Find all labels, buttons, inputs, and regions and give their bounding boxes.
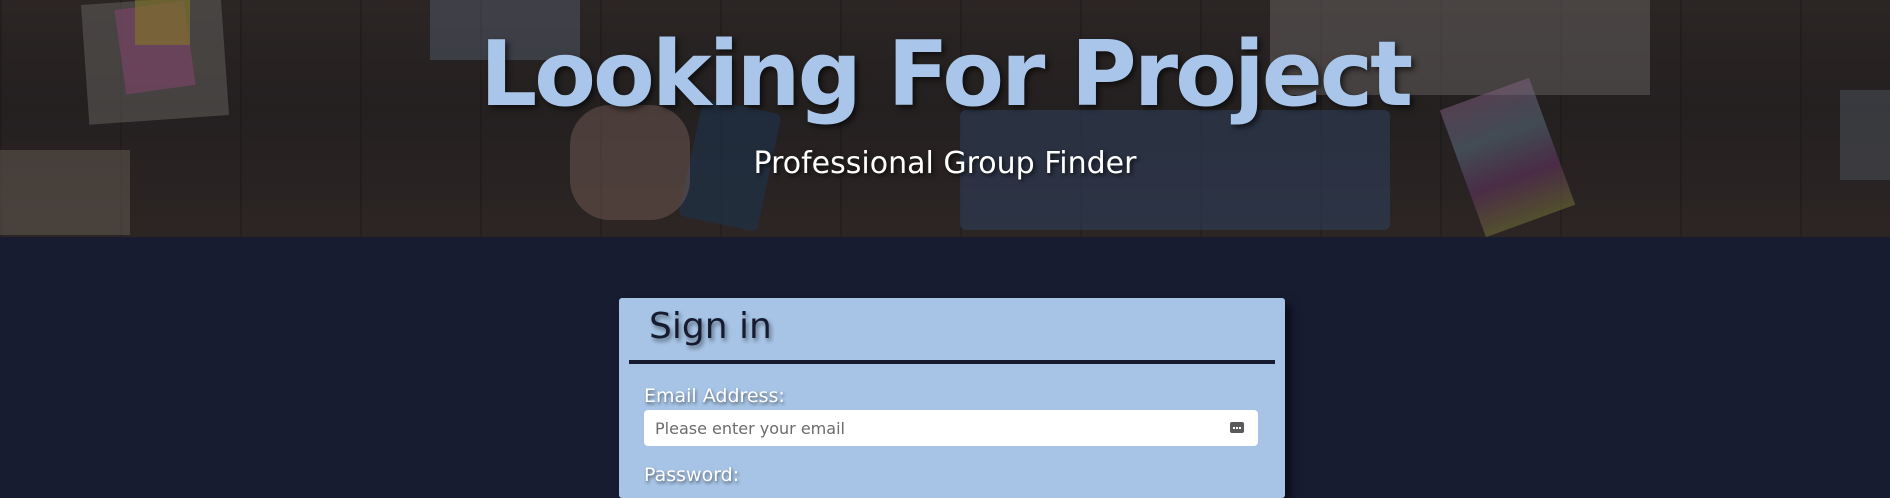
email-label: Email Address:	[644, 385, 785, 407]
hero-banner: Looking For Project Professional Group F…	[0, 0, 1890, 237]
email-input[interactable]	[644, 410, 1258, 446]
page-title: Looking For Project	[479, 22, 1413, 127]
signin-card: Sign in Email Address: Password:	[619, 298, 1285, 498]
password-autofill-icon[interactable]	[1230, 422, 1244, 433]
password-label: Password:	[644, 464, 740, 486]
page-subtitle: Professional Group Finder	[753, 146, 1137, 181]
email-field-wrapper	[644, 410, 1258, 446]
signin-divider	[629, 360, 1275, 364]
signin-heading: Sign in	[649, 306, 772, 347]
